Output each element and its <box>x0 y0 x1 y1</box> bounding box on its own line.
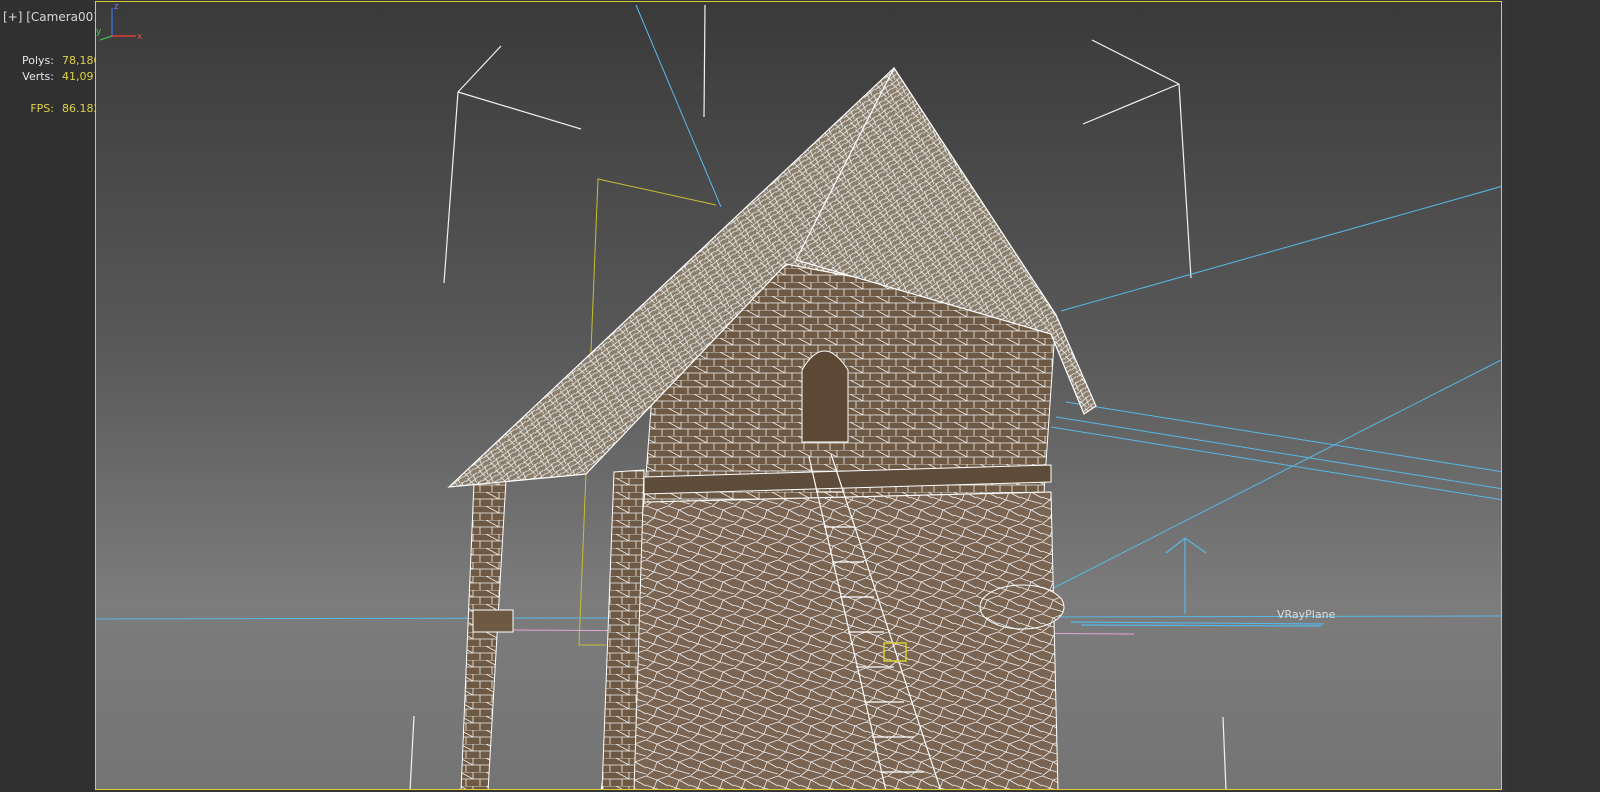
viewport-label[interactable]: [+] [Camera001] <box>3 10 106 24</box>
camera-helper-line <box>703 4 706 118</box>
scene-wireframe[interactable] <box>96 2 1502 790</box>
tower-model[interactable] <box>447 66 1097 790</box>
post-bracket <box>472 609 514 633</box>
camera-viewport[interactable]: VRayPlane z x y <box>95 1 1502 790</box>
x-axis-label: x <box>137 32 143 42</box>
stone-bulge <box>979 584 1065 630</box>
viewport-camera-label[interactable]: [Camera001] <box>26 10 105 24</box>
y-axis-line <box>99 35 113 41</box>
fps-row: FPS: 86.182 <box>8 101 100 117</box>
polys-row: Polys: 78,180 <box>8 53 100 69</box>
stats-spacer <box>8 85 101 101</box>
light-helper-right[interactable] <box>1082 39 1192 279</box>
bottom-helper-left <box>409 715 415 789</box>
right-panel <box>1506 0 1600 792</box>
viewport-menu-plus[interactable]: [+] <box>3 10 22 24</box>
y-axis-label: y <box>96 27 102 37</box>
verts-row: Verts: 41,097 <box>8 69 100 85</box>
z-axis-label: z <box>114 2 119 12</box>
axis-gizmo: z x y <box>96 2 143 42</box>
stone-base[interactable] <box>600 491 1059 790</box>
verts-label: Verts: <box>22 70 54 83</box>
polys-label: Polys: <box>22 54 54 67</box>
left-post[interactable] <box>460 479 507 790</box>
fps-label: FPS: <box>30 102 54 115</box>
max-viewport-app: [+] [Camera001] Polys: 78,180 Verts: 41,… <box>0 0 1600 792</box>
bottom-helper-right <box>1222 716 1227 789</box>
light-helper-left[interactable] <box>443 45 582 284</box>
statistics-overlay: Polys: 78,180 Verts: 41,097 FPS: 86.182 <box>8 53 101 117</box>
left-panel: [+] [Camera001] Polys: 78,180 Verts: 41,… <box>0 0 106 792</box>
door[interactable] <box>801 350 849 443</box>
vray-plane-label[interactable]: VRayPlane <box>1277 608 1335 621</box>
